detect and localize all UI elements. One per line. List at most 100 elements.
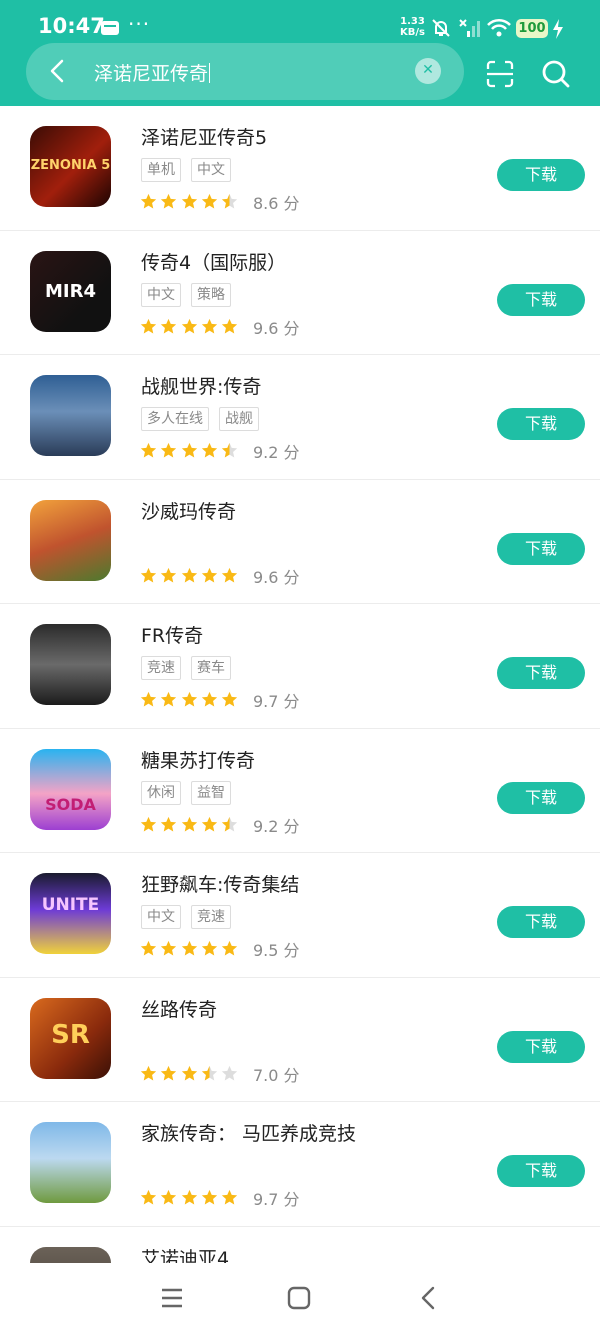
download-button[interactable]: 下载 (497, 532, 585, 565)
star-icon (201, 442, 218, 459)
app-tags: 竞速 赛车 (141, 656, 241, 681)
rating-stars (140, 193, 241, 212)
rating-value: 9.2 (253, 816, 279, 836)
app-tags: 中文 竞速 (141, 905, 241, 930)
star-icon (160, 940, 177, 957)
star-icon (201, 1065, 218, 1082)
app-tag: 休闲 (141, 780, 181, 805)
rating-unit: 分 (278, 692, 300, 711)
app-name[interactable]: 狂野飙车:传奇集结 (141, 870, 299, 897)
app-name[interactable]: 艾诺迪亚4 (141, 1244, 229, 1264)
app-tag: 策略 (191, 282, 231, 307)
rating-value: 9.6 (253, 567, 279, 587)
app-name[interactable]: 战舰世界:传奇 (141, 372, 261, 399)
app-icon[interactable] (30, 1246, 111, 1263)
app-icon[interactable]: UNITE (30, 873, 111, 954)
header: 10:47 ··· 1.33 KB/s 100 泽诺尼亚传奇 ✕ (0, 0, 600, 106)
app-name[interactable]: 丝路传奇 (141, 995, 217, 1022)
app-list-item[interactable]: SR 丝路传奇 7.0 分 下载 (0, 978, 600, 1102)
rating-score: 9.2 分 (253, 439, 300, 463)
app-list-item[interactable]: FR传奇 竞速 赛车 9.7 分 下载 (0, 604, 600, 729)
app-list-item[interactable]: MIR4 传奇4（国际服） 中文 策略 9.6 分 下载 (0, 231, 600, 355)
star-icon (140, 1065, 157, 1082)
rating-value: 9.6 (253, 318, 279, 338)
star-icon (140, 193, 157, 210)
star-icon (140, 567, 157, 584)
download-button[interactable]: 下载 (497, 1030, 585, 1063)
rating-score: 9.5 分 (253, 937, 300, 961)
app-list-item[interactable]: 沙威玛传奇 9.6 分 下载 (0, 480, 600, 604)
app-icon[interactable]: SR (30, 997, 111, 1079)
app-icon[interactable] (30, 375, 111, 456)
download-button[interactable]: 下载 (497, 159, 585, 191)
app-tag: 竞速 (191, 905, 231, 929)
star-icon (201, 567, 218, 584)
star-icon (221, 567, 238, 584)
star-icon (221, 816, 238, 833)
download-button[interactable]: 下载 (497, 283, 585, 316)
star-icon (221, 691, 238, 708)
charging-icon (553, 19, 563, 39)
star-icon (160, 691, 177, 708)
app-list-item[interactable]: UNITE 狂野飙车:传奇集结 中文 竞速 9.5 分 下载 (0, 853, 600, 978)
download-button[interactable]: 下载 (497, 657, 585, 689)
app-name[interactable]: 泽诺尼亚传奇5 (141, 123, 267, 150)
rating-score: 8.6 分 (253, 190, 300, 214)
app-icon-logo: SODA (45, 794, 96, 814)
rating-value: 8.6 (253, 194, 279, 213)
app-tags: 多人在线 战舰 (141, 407, 269, 432)
battery-level: 100 (516, 19, 548, 38)
navigation-bar (0, 1263, 600, 1333)
app-name[interactable]: FR传奇 (141, 621, 203, 648)
app-tag: 竞速 (141, 656, 181, 680)
app-name[interactable]: 家族传奇： 马匹养成竞技 (141, 1119, 356, 1146)
search-bar[interactable]: 泽诺尼亚传奇 ✕ (26, 43, 464, 100)
app-list-item[interactable]: 艾诺迪亚4 (0, 1227, 600, 1264)
download-button[interactable]: 下载 (497, 1155, 585, 1187)
app-icon[interactable] (30, 1122, 111, 1203)
star-icon (160, 318, 177, 335)
app-icon[interactable]: ZENONIA 5 (30, 126, 111, 207)
star-icon (201, 193, 218, 210)
star-icon (140, 691, 157, 708)
home-icon[interactable] (287, 1286, 311, 1310)
app-list-item[interactable]: 战舰世界:传奇 多人在线 战舰 9.2 分 下载 (0, 355, 600, 480)
app-icon[interactable]: SODA (30, 748, 111, 830)
app-name[interactable]: 沙威玛传奇 (141, 497, 236, 524)
rating-unit: 分 (278, 567, 300, 587)
app-icon[interactable] (30, 499, 111, 581)
download-button[interactable]: 下载 (497, 408, 585, 440)
app-icon-logo: UNITE (41, 895, 100, 915)
app-tag: 益智 (191, 780, 231, 805)
star-icon (160, 816, 177, 833)
app-name[interactable]: 传奇4（国际服） (141, 248, 286, 275)
star-icon (181, 193, 198, 210)
rating-stars (140, 1189, 241, 1208)
rating-value: 7.0 (253, 1065, 279, 1085)
app-icon[interactable]: MIR4 (30, 250, 111, 332)
back-icon[interactable] (418, 1285, 438, 1311)
back-arrow-icon[interactable] (44, 57, 72, 85)
menu-icon[interactable] (160, 1287, 184, 1309)
app-list-item[interactable]: SODA 糖果苏打传奇 休闲 益智 9.2 分 下载 (0, 729, 600, 853)
scan-icon[interactable] (485, 59, 515, 89)
app-list-item[interactable]: ZENONIA 5 泽诺尼亚传奇5 单机 中文 8.6 分 下载 (0, 106, 600, 231)
star-icon (160, 1065, 177, 1082)
search-icon[interactable] (540, 58, 572, 90)
download-button[interactable]: 下载 (497, 781, 585, 814)
wifi-icon (487, 18, 511, 37)
search-input[interactable]: 泽诺尼亚传奇 (94, 59, 211, 86)
star-icon (221, 318, 238, 335)
close-icon[interactable]: ✕ (415, 58, 441, 84)
search-results-list[interactable]: ZENONIA 5 泽诺尼亚传奇5 单机 中文 8.6 分下载 MIR4 传奇4（国际服）中… (0, 106, 600, 1263)
app-list-item[interactable]: 家族传奇： 马匹养成竞技 9.7 分 下载 (0, 1102, 600, 1227)
star-icon (221, 442, 238, 459)
app-name[interactable]: 糖果苏打传奇 (141, 746, 255, 773)
app-icon[interactable] (30, 624, 111, 705)
star-icon (221, 193, 238, 210)
star-icon (181, 691, 198, 708)
app-tag: 单机 (141, 158, 181, 182)
download-button[interactable]: 下载 (497, 906, 585, 938)
star-icon (221, 1065, 238, 1082)
rating-stars (140, 816, 241, 835)
